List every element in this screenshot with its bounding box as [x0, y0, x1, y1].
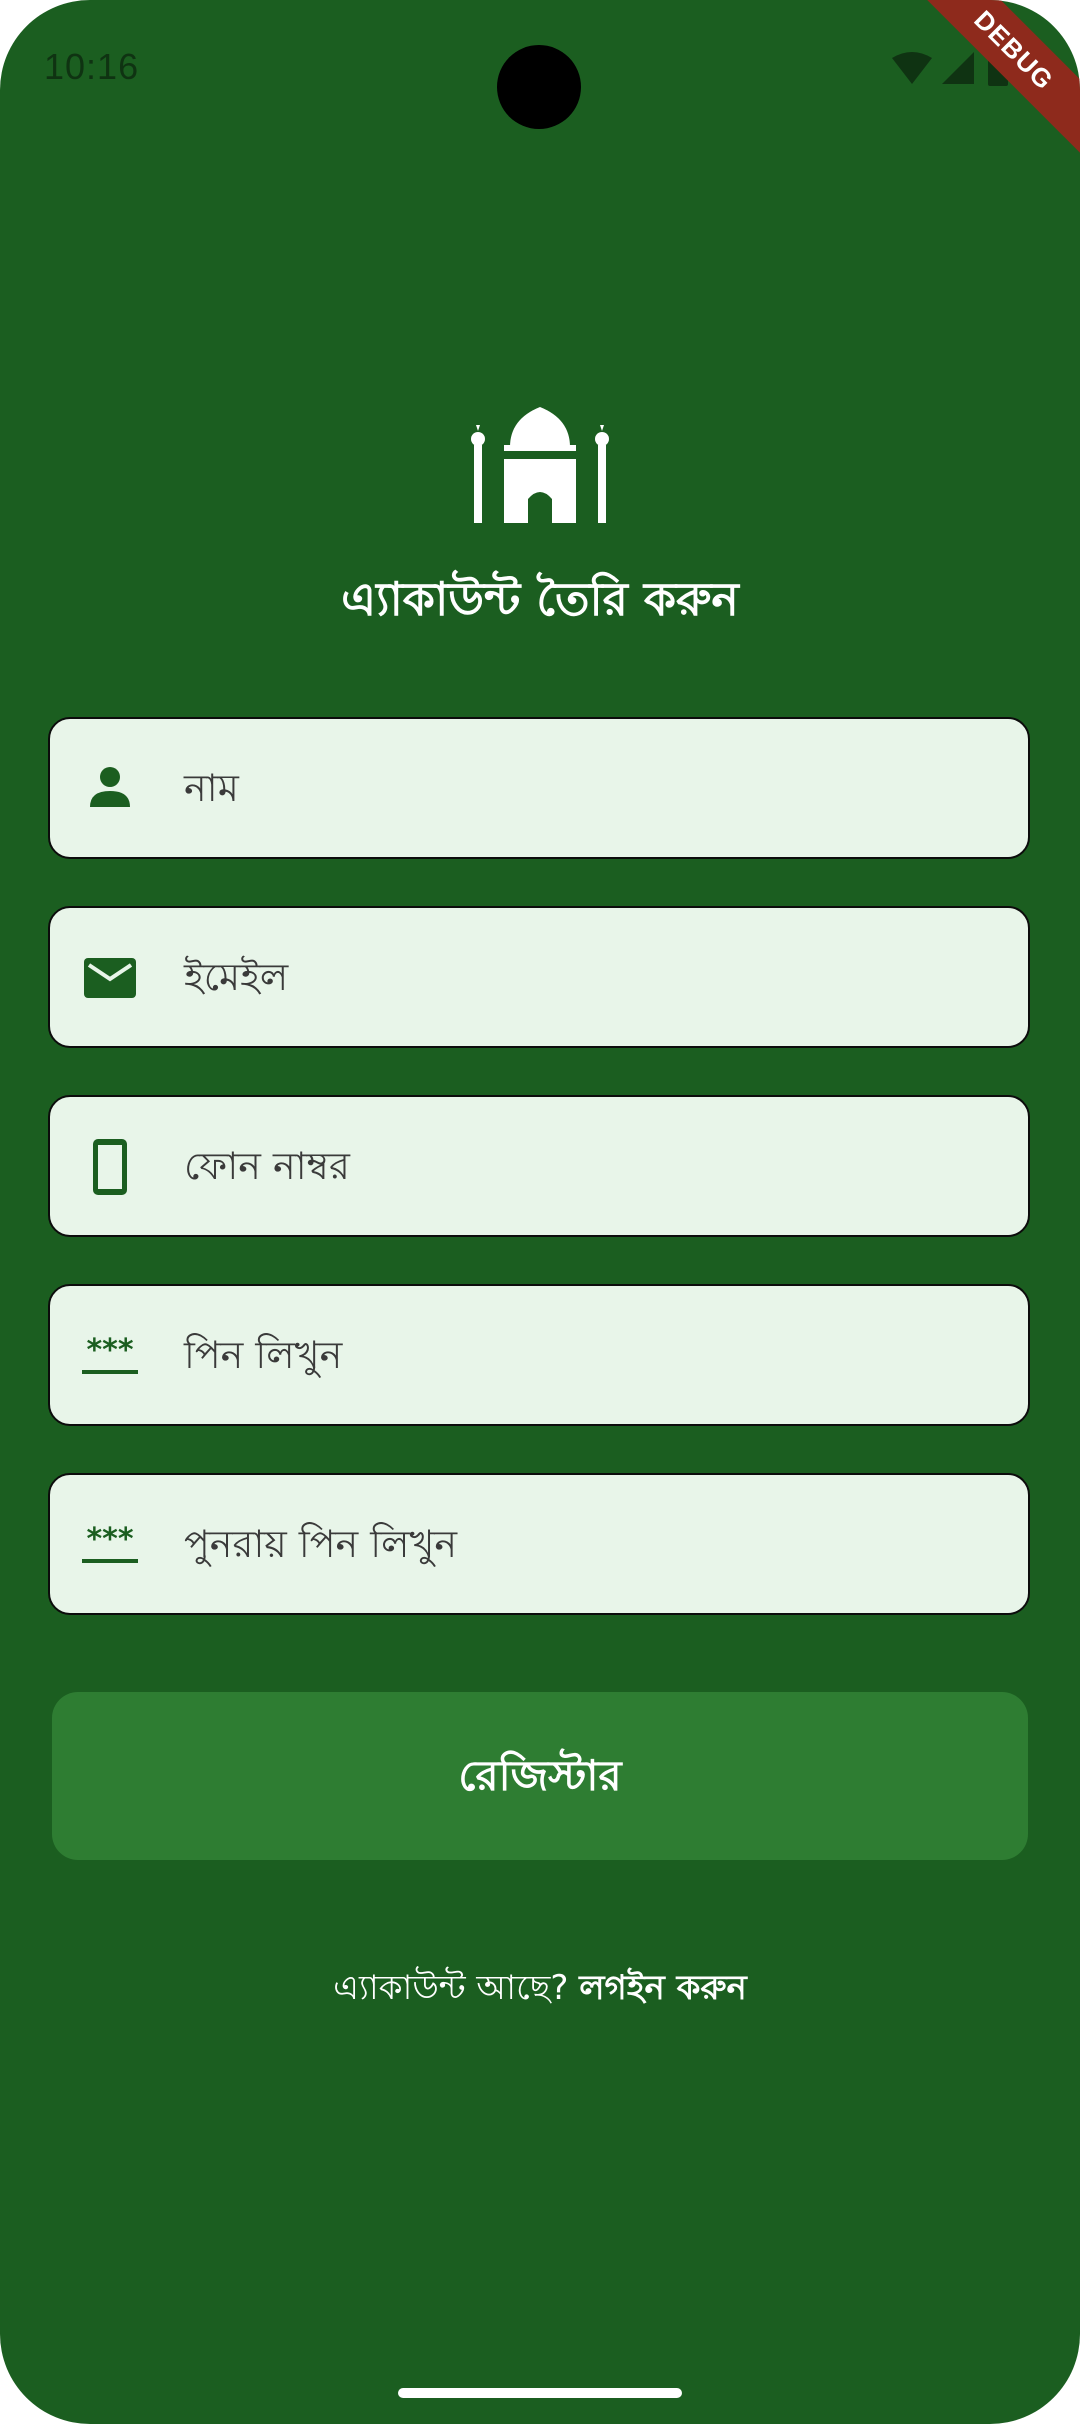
phone-field[interactable]: ফোন নাম্বর	[48, 1095, 1030, 1237]
login-link[interactable]: লগইন করুন	[579, 1968, 747, 2008]
svg-text:***: ***	[86, 1522, 133, 1557]
pin-confirm-placeholder: পুনরায় পিন লিখুন	[184, 1522, 458, 1566]
login-prompt-text: এ্যাকাউন্ট আছে?	[333, 1968, 569, 2008]
email-placeholder: ইমেইল	[184, 955, 289, 999]
person-icon	[90, 767, 130, 807]
pin-icon: ***	[82, 1333, 138, 1374]
pin-icon: ***	[82, 1522, 138, 1563]
login-prompt: এ্যাকাউন্ট আছে? লগইন করুন	[0, 1962, 1080, 2019]
mosque-icon	[471, 407, 609, 523]
status-time: 10:16	[44, 46, 140, 87]
phone-icon	[93, 1139, 127, 1195]
email-icon	[84, 958, 136, 998]
name-field[interactable]: নাম	[48, 717, 1030, 859]
page-title: এ্যাকাউন্ট তৈরি করুন	[341, 572, 739, 626]
camera-cutout	[497, 45, 581, 129]
email-field[interactable]: ইমেইল	[48, 906, 1030, 1048]
app-screen: 10:16 DEBUG এ্যাকাউন্ট তৈরি করুন নাম ইমে…	[0, 0, 1080, 2424]
signal-icon	[942, 52, 974, 84]
pin-confirm-field[interactable]: *** পুনরায় পিন লিখুন	[48, 1473, 1030, 1615]
home-indicator[interactable]	[398, 2388, 682, 2398]
svg-text:***: ***	[86, 1333, 133, 1368]
pin-placeholder: পিন লিখুন	[184, 1333, 343, 1377]
wifi-icon	[892, 52, 932, 84]
name-placeholder: নাম	[184, 766, 239, 810]
phone-placeholder: ফোন নাম্বর	[184, 1144, 350, 1188]
pin-field[interactable]: *** পিন লিখুন	[48, 1284, 1030, 1426]
register-button[interactable]: রেজিস্টার	[52, 1692, 1028, 1860]
